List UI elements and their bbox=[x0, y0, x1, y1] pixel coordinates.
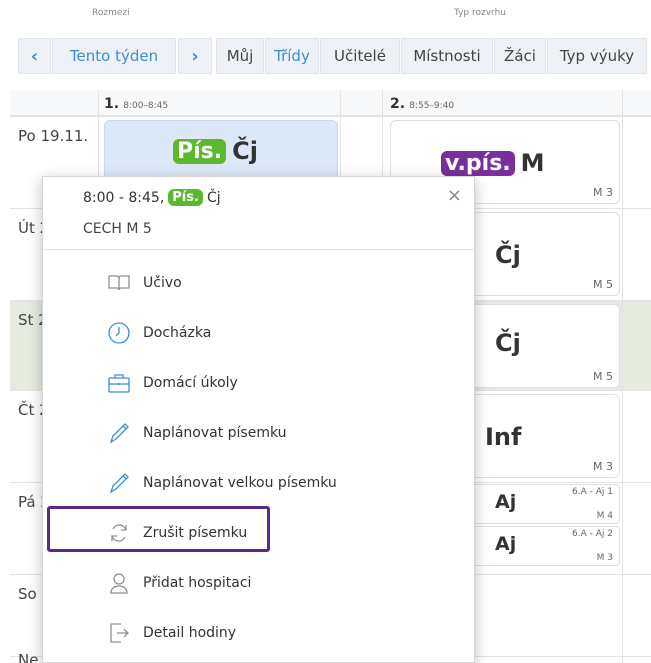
room-label: M 5 bbox=[593, 370, 613, 383]
close-icon[interactable]: × bbox=[447, 185, 462, 206]
clock-icon bbox=[108, 322, 130, 344]
next-week-button[interactable]: › bbox=[178, 38, 212, 74]
room-label: M 3 bbox=[593, 460, 613, 473]
briefcase-icon bbox=[108, 374, 130, 393]
type-tab-mistnosti[interactable]: Místnosti bbox=[401, 38, 493, 74]
highlight-frame bbox=[47, 506, 270, 552]
pencil-icon bbox=[109, 473, 129, 494]
test-badge: Pís. bbox=[168, 189, 203, 206]
range-caption: Rozmezí bbox=[92, 8, 130, 18]
room-label: M 5 bbox=[593, 278, 613, 291]
chevron-left-icon: ‹ bbox=[30, 45, 39, 67]
menu-item-naplanovat-pisemku[interactable]: Naplánovat písemku bbox=[43, 409, 474, 457]
chevron-right-icon: › bbox=[191, 45, 199, 67]
room-label: M 3 bbox=[596, 553, 613, 563]
type-tab-tridy[interactable]: Třídy bbox=[265, 38, 319, 74]
menu-item-domaci-ukoly[interactable]: Domácí úkoly bbox=[43, 359, 474, 407]
range-select-button[interactable]: Tento týden bbox=[52, 38, 176, 74]
type-tab-zaci[interactable]: Žáci bbox=[494, 38, 546, 74]
menu-item-dochazka[interactable]: Docházka bbox=[43, 309, 474, 357]
group-label: 6.A - Aj 2 bbox=[572, 529, 613, 539]
prev-week-button[interactable]: ‹ bbox=[18, 38, 51, 74]
menu-item-ucivo[interactable]: Učivo bbox=[43, 259, 474, 307]
room-label: M 3 bbox=[593, 186, 613, 199]
period-header-2: 2. 8:55–9:40 bbox=[390, 96, 455, 112]
lesson-context-menu: 8:00 - 8:45, Pís. Čj CECH M 5 × Učivo Do… bbox=[42, 176, 475, 663]
menu-item-detail-hodiny[interactable]: Detail hodiny bbox=[43, 609, 474, 657]
pencil-icon bbox=[109, 423, 129, 444]
type-tab-muj[interactable]: Můj bbox=[216, 38, 264, 74]
room-label: M 4 bbox=[596, 511, 613, 521]
person-icon bbox=[110, 573, 128, 594]
type-tab-ucitele[interactable]: Učitelé bbox=[320, 38, 400, 74]
exit-icon bbox=[110, 623, 129, 643]
period-header-1: 1. 8:00–8:45 bbox=[104, 96, 169, 112]
toolbar: Rozmezí Typ rozvrhu ‹ Tento týden › Můj … bbox=[0, 0, 651, 86]
type-tab-typ-vyuky[interactable]: Typ výuky bbox=[547, 38, 647, 74]
menu-item-pridat-hospitaci[interactable]: Přidat hospitaci bbox=[43, 559, 474, 607]
book-icon bbox=[108, 275, 130, 291]
popup-title: 8:00 - 8:45, Pís. Čj bbox=[83, 189, 221, 206]
popup-subtitle: CECH M 5 bbox=[83, 221, 152, 237]
day-label: Po 19.11. bbox=[18, 127, 89, 145]
big-test-badge: v.pís. bbox=[441, 150, 515, 176]
menu-item-naplanovat-velkou-pisemku[interactable]: Naplánovat velkou písemku bbox=[43, 459, 474, 507]
type-caption: Typ rozvrhu bbox=[454, 8, 507, 18]
test-badge: Pís. bbox=[173, 138, 227, 164]
group-label: 6.A - Aj 1 bbox=[572, 487, 613, 497]
